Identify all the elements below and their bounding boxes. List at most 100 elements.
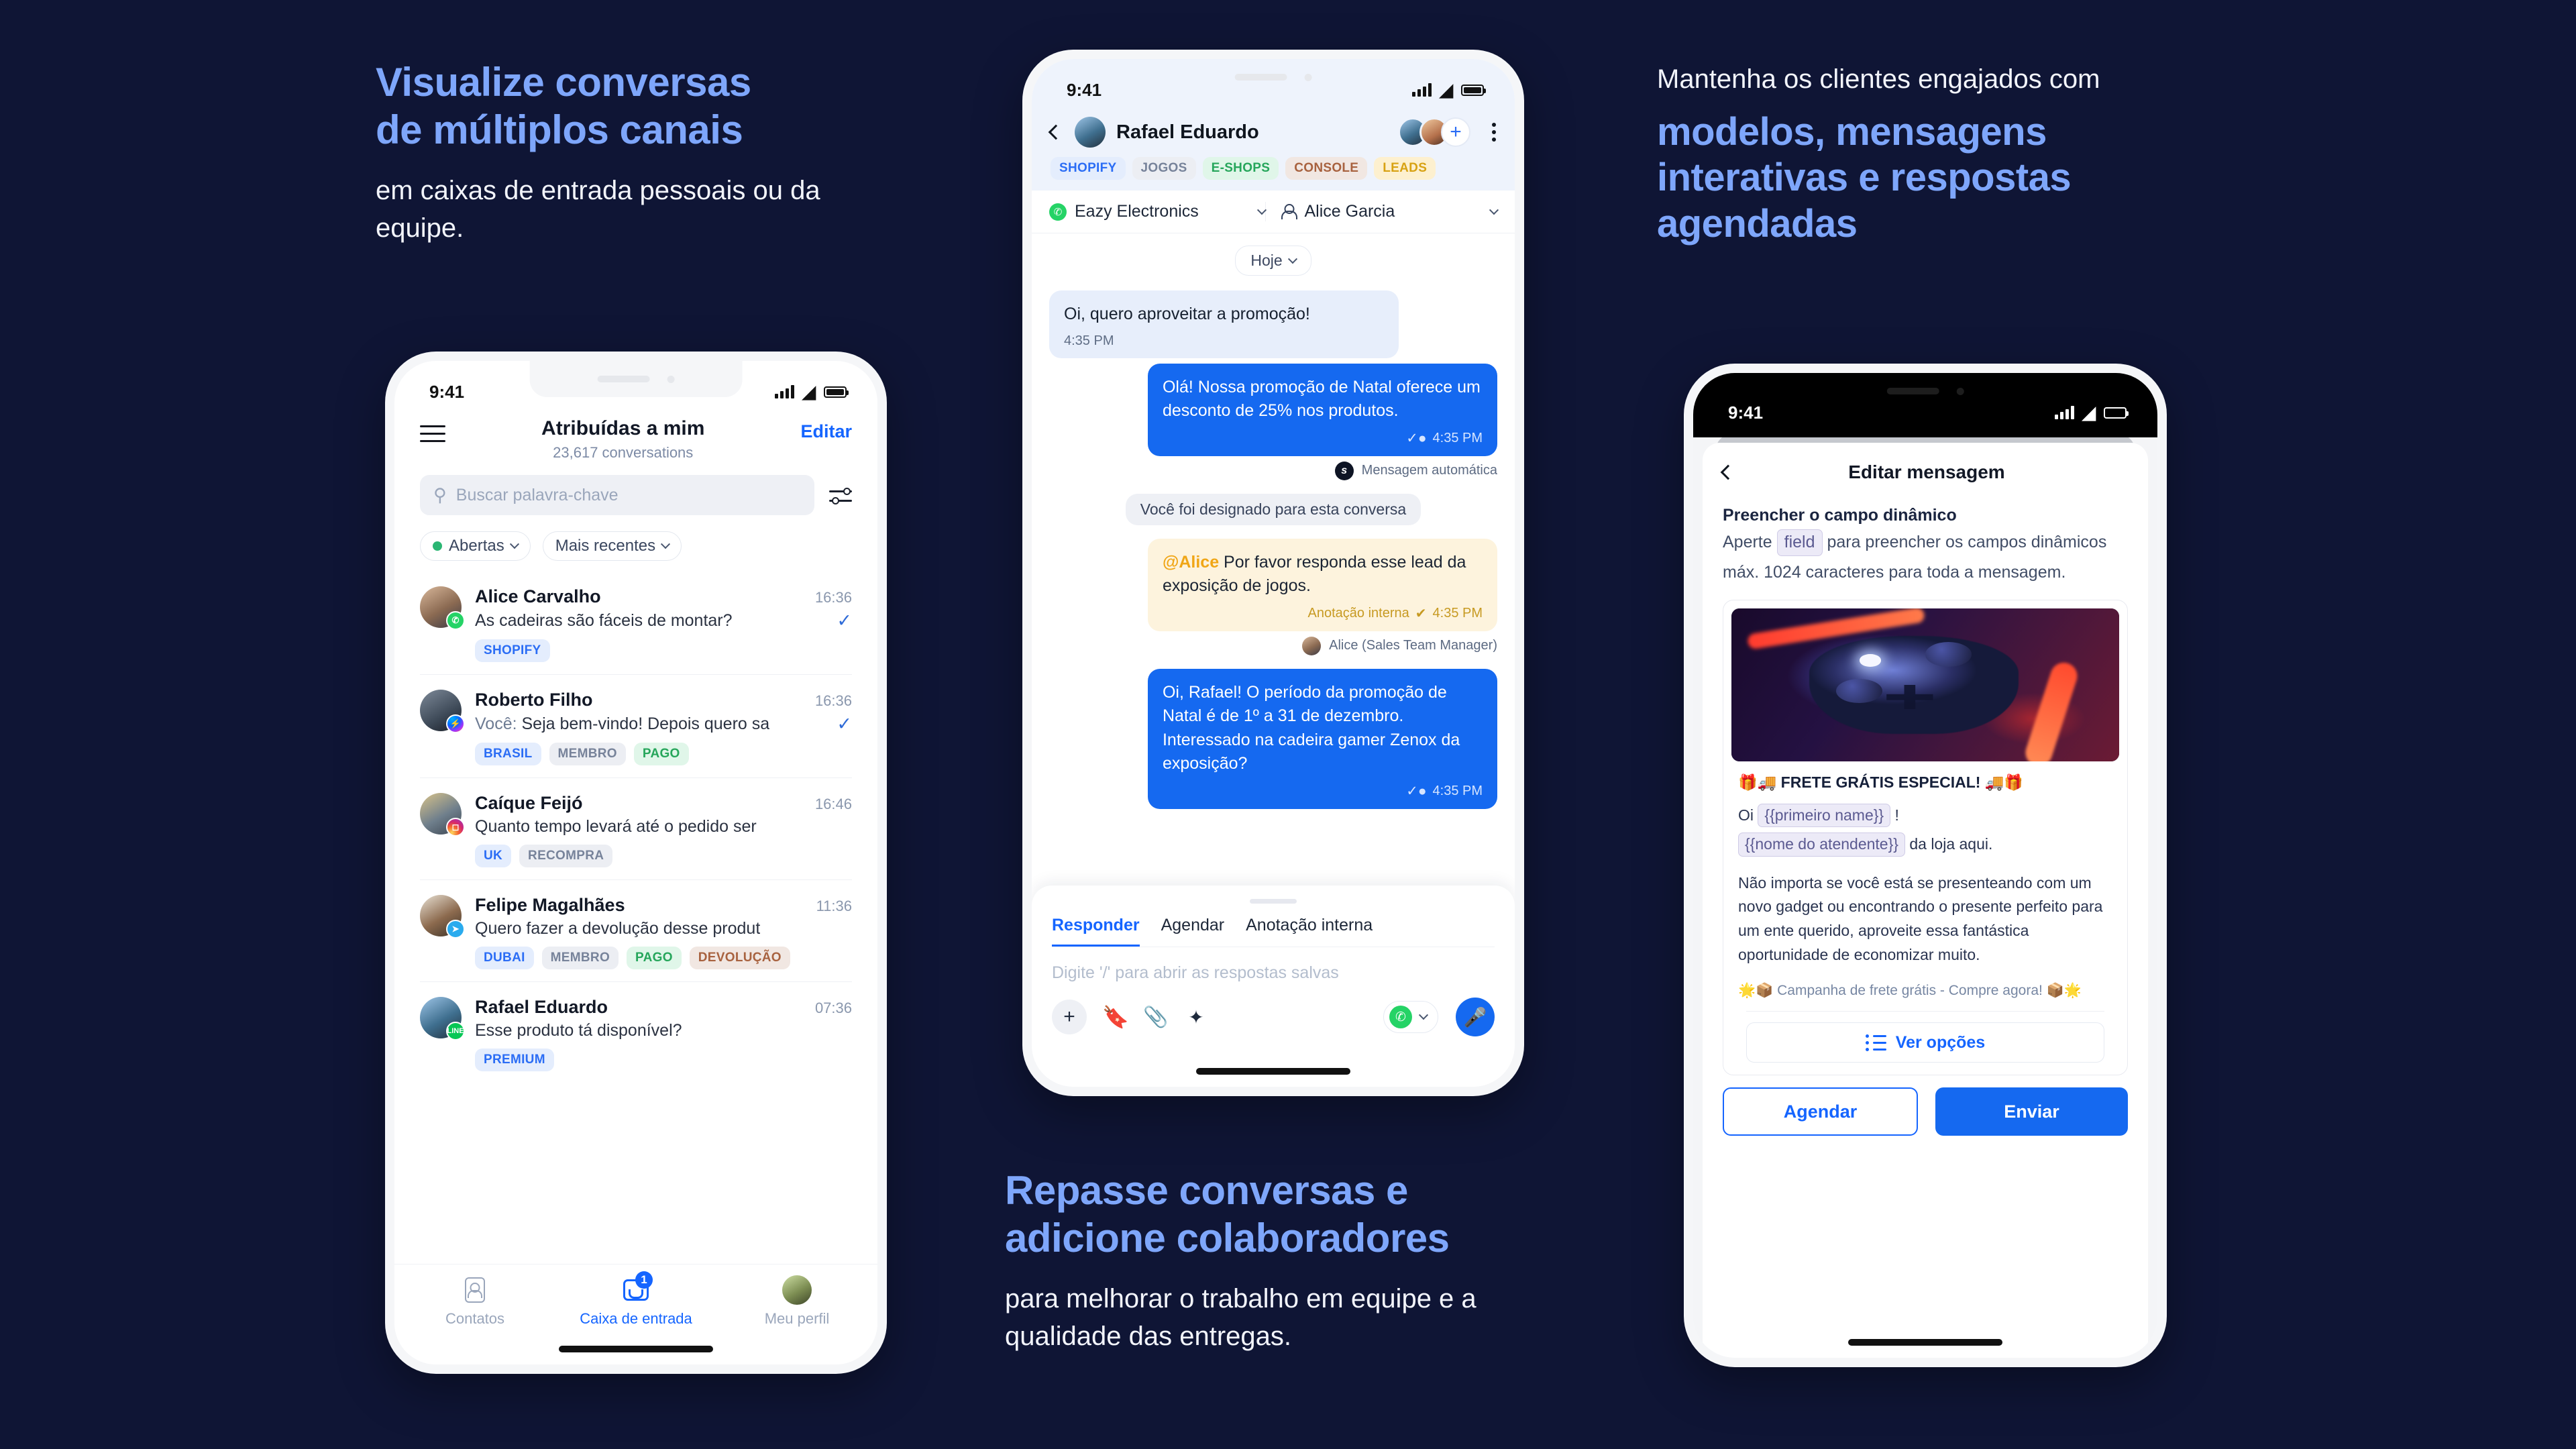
tab-inbox[interactable]: 1 Caixa de entrada — [572, 1271, 700, 1328]
filter-chip-row: Abertas Mais recentes — [394, 515, 877, 568]
tag-row: DUBAI MEMBRO PAGO DEVOLUÇÃO — [475, 947, 852, 969]
list-item[interactable]: ✆ Alice Carvalho 16:36 As cadeiras são f… — [420, 572, 852, 675]
search-icon: ⚲ — [433, 484, 447, 505]
collaborator-stack[interactable]: + — [1398, 117, 1470, 147]
headline-left: Visualize conversas de múltiplos canais — [376, 59, 912, 154]
filter-chip-sort[interactable]: Mais recentes — [542, 531, 682, 561]
magic-wand-icon[interactable]: ✦ — [1185, 1006, 1208, 1028]
channel-picker[interactable]: ✆ — [1383, 1001, 1438, 1033]
headline-left-line2: de múltiplos canais — [376, 107, 743, 152]
status-time: 9:41 — [1067, 79, 1102, 100]
message-preview: Esse produto tá disponível? — [475, 1021, 682, 1040]
message-time: 4:35 PM — [1432, 783, 1483, 798]
status-icons: ◢ — [775, 383, 849, 400]
date-chip[interactable]: Hoje — [1235, 246, 1311, 276]
contact-card-icon — [465, 1277, 485, 1303]
chat-screen: 9:41 ◢ Rafael Eduardo + SHOPIFY JOGOS E-… — [1032, 59, 1515, 1087]
headline-middle: Repasse conversas e adicione colaborador… — [1005, 1167, 1595, 1263]
home-indicator — [1196, 1068, 1350, 1075]
tab-contacts-label: Contatos — [445, 1310, 505, 1327]
tab-schedule[interactable]: Agendar — [1161, 916, 1225, 947]
battery-icon — [1461, 84, 1486, 96]
timestamp: 11:36 — [816, 898, 852, 914]
person-icon — [1282, 204, 1297, 220]
tab-inbox-label: Caixa de entrada — [580, 1310, 692, 1327]
battery-icon — [824, 386, 849, 398]
chevron-down-icon — [509, 539, 519, 549]
bot-icon: s — [1334, 461, 1354, 480]
message-text: Seja bem-vindo! Depois quero sa — [521, 714, 770, 733]
poster-canvas: Visualize conversas de múltiplos canais … — [0, 0, 2576, 1449]
drag-handle[interactable] — [1250, 899, 1297, 904]
search-placeholder: Buscar palavra-chave — [455, 485, 619, 504]
message-time: 4:35 PM — [1432, 430, 1483, 445]
preview-footer-link[interactable]: 🌟📦 Campanha de frete grátis - Compre ago… — [1738, 980, 2112, 999]
tab-reply[interactable]: Responder — [1052, 916, 1140, 947]
line-channel-icon: LINE — [446, 1022, 465, 1040]
headline-left-line1: Visualize conversas — [376, 60, 751, 105]
tab-contacts[interactable]: Contatos — [411, 1277, 539, 1328]
list-item[interactable]: ⚡ Roberto Filho 16:36 Você: Seja bem-vin… — [420, 675, 852, 778]
search-input[interactable]: ⚲ Buscar palavra-chave — [420, 475, 814, 515]
copy-block-left: Visualize conversas de múltiplos canais … — [376, 59, 912, 248]
list-item[interactable]: ◻ Caíque Feijó 16:46 Quanto tempo levará… — [420, 778, 852, 880]
filter-chip-status[interactable]: Abertas — [420, 531, 531, 561]
message-input[interactable]: Digite '/' para abrir as respostas salva… — [1052, 947, 1495, 983]
field-pill[interactable]: field — [1776, 529, 1823, 556]
agent-selector[interactable]: Alice Garcia — [1265, 202, 1499, 221]
tag: LEADS — [1374, 157, 1436, 180]
add-icon[interactable]: + — [1052, 1000, 1087, 1034]
tag: SHOPIFY — [1051, 157, 1126, 180]
tab-profile-label: Meu perfil — [764, 1310, 830, 1327]
subline-left: em caixas de entrada pessoais ou da equi… — [376, 175, 820, 244]
signal-icon — [775, 385, 794, 398]
variable-pill-agent-name[interactable]: {{nome do atendente}} — [1738, 833, 1905, 857]
status-icons: ◢ — [2055, 404, 2129, 421]
list-item[interactable]: ➤ Felipe Magalhães 11:36 Quero fazer a d… — [420, 880, 852, 982]
inbox-screen: 9:41 ◢ Atribuídas a mim 23,617 conversat… — [394, 361, 877, 1364]
chevron-down-icon — [1287, 254, 1297, 264]
filters-icon[interactable] — [829, 485, 852, 505]
avatar: ⚡ — [420, 690, 465, 733]
schedule-button[interactable]: Agendar — [1723, 1087, 1918, 1136]
tag: E-SHOPS — [1202, 157, 1279, 180]
status-time: 9:41 — [1728, 402, 1764, 423]
saved-reply-bookmark-icon[interactable]: 🔖 — [1102, 1005, 1129, 1029]
edit-button[interactable]: Editar — [800, 421, 852, 442]
preview-text: 🎁🚚 FRETE GRÁTIS ESPECIAL! 🚚🎁 Oi {{primei… — [1723, 769, 2127, 1011]
tab-profile[interactable]: Meu perfil — [733, 1275, 861, 1328]
back-icon[interactable] — [1048, 124, 1064, 140]
instructions-prefix: Aperte — [1723, 533, 1772, 551]
back-icon[interactable] — [1720, 464, 1736, 480]
list-item[interactable]: LINE Rafael Eduardo 07:36 Esse produto t… — [420, 982, 852, 1083]
list-icon — [1865, 1034, 1886, 1051]
microphone-button[interactable]: 🎤 — [1456, 998, 1495, 1036]
channel-selector[interactable]: ✆ Eazy Electronics — [1049, 202, 1267, 221]
add-collaborator-button[interactable]: + — [1441, 117, 1470, 147]
message-text: Oi, Rafael! O período da promoção de Nat… — [1162, 682, 1460, 773]
preview-title: 🎁🚚 FRETE GRÁTIS ESPECIAL! 🚚🎁 — [1738, 773, 2024, 791]
contact-name: Rafael Eduardo — [1116, 121, 1259, 143]
tab-internal-note[interactable]: Anotação interna — [1246, 916, 1373, 947]
timestamp: 07:36 — [814, 1000, 852, 1016]
attachment-icon[interactable]: 📎 — [1143, 1006, 1168, 1028]
tag-row: PREMIUM — [475, 1049, 852, 1071]
variable-pill-first-name[interactable]: {{primeiro name}} — [1758, 804, 1891, 828]
headline-middle-line1: Repasse conversas e — [1005, 1168, 1408, 1213]
view-options-button[interactable]: Ver opções — [1746, 1022, 2104, 1063]
tag: SHOPIFY — [475, 639, 550, 662]
greeting-suffix: ! — [1894, 806, 1899, 824]
read-check-icon: ✓ — [837, 714, 852, 734]
more-options-icon[interactable] — [1492, 123, 1496, 142]
instructions-line1: Aperte field para preencher os campos di… — [1723, 529, 2128, 556]
preview-image — [1731, 608, 2119, 761]
instructions-block: Preencher o campo dinâmico Aperte field … — [1703, 483, 2148, 585]
filter-chip-status-label: Abertas — [449, 537, 504, 555]
message-preview: Quanto tempo levará até o pedido ser — [475, 817, 757, 836]
message-text: Olá! Nossa promoção de Natal oferece um … — [1162, 377, 1481, 421]
message-text: @Alice Por favor responda esse lead da e… — [1163, 551, 1483, 598]
menu-icon[interactable] — [420, 425, 445, 447]
phone-notch — [1167, 59, 1380, 95]
send-button[interactable]: Enviar — [1935, 1087, 2128, 1136]
message-time: 4:35 PM — [1432, 605, 1483, 621]
